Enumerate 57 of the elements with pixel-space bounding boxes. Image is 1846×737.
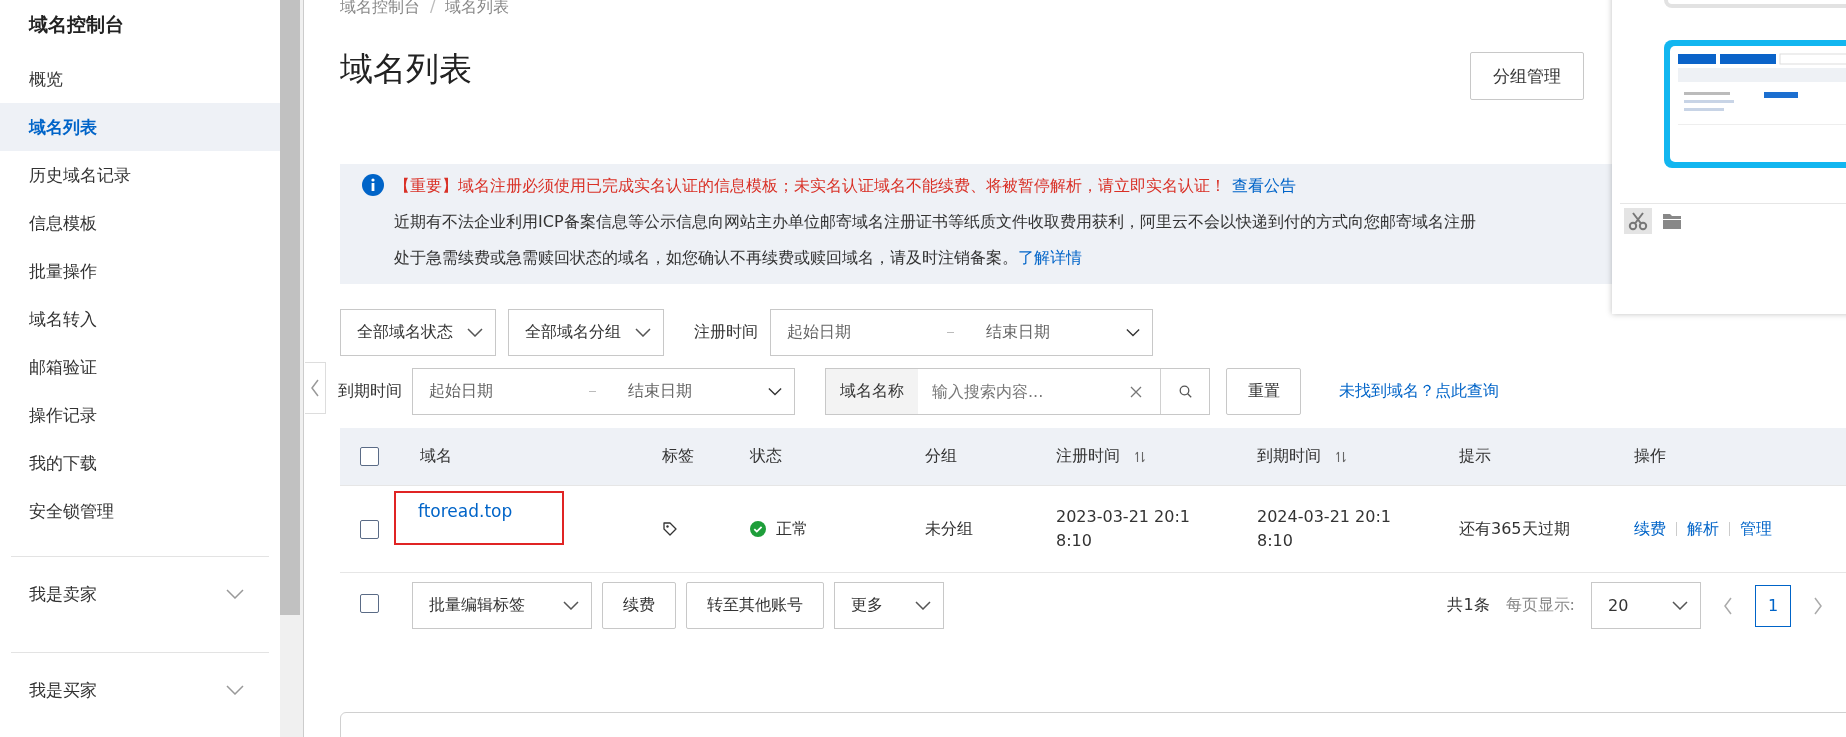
- action-link[interactable]: 续费: [1634, 518, 1666, 540]
- sidebar-item[interactable]: 历史域名记录: [0, 151, 280, 199]
- group-select[interactable]: 全部域名分组: [508, 309, 664, 356]
- table-cell-text: 2023-03-21 20:1 8:10: [1056, 506, 1190, 552]
- breadcrumb-separator: /: [430, 0, 436, 17]
- sidebar-group[interactable]: 我是卖家: [0, 557, 280, 631]
- reset-button[interactable]: 重置: [1226, 368, 1301, 415]
- group-label: 我是买家: [29, 678, 97, 702]
- column-header: 提示: [1459, 446, 1491, 467]
- notice-text: 处于急需续费或急需赎回状态的域名，如您确认不再续费或赎回域名，请及时注销备案。了解详情: [394, 247, 1083, 269]
- sidebar-item[interactable]: 域名列表: [0, 103, 280, 151]
- batch-tags-select[interactable]: 批量编辑标签: [412, 582, 592, 629]
- domain-lookup-link[interactable]: 未找到域名？点此查询: [1339, 381, 1499, 402]
- sidebar-item[interactable]: 域名转入: [0, 295, 280, 343]
- sidebar-item[interactable]: 概览: [0, 55, 280, 103]
- console-title: 域名控制台: [27, 12, 125, 37]
- filter-label: 到期时间: [338, 381, 402, 402]
- action-link[interactable]: 管理: [1740, 518, 1772, 540]
- group-label: 我是卖家: [29, 582, 97, 606]
- page-button[interactable]: 1: [1755, 584, 1791, 627]
- filter-label: 注册时间: [694, 322, 758, 343]
- table-cell-text: 2024-03-21 20:1 8:10: [1257, 506, 1391, 552]
- page-size-select[interactable]: 20: [1591, 582, 1701, 629]
- more-select[interactable]: 更多: [834, 582, 944, 629]
- column-header: 到期时间: [1257, 446, 1321, 467]
- sidebar-item[interactable]: 操作记录: [0, 391, 280, 439]
- sidebar-item[interactable]: 信息模板: [0, 199, 280, 247]
- details-link[interactable]: 了解详情: [1018, 248, 1082, 267]
- sidebar-item[interactable]: 安全锁管理: [0, 487, 280, 535]
- sidebar-item[interactable]: 邮箱验证: [0, 343, 280, 391]
- important-notice: 【重要】域名注册必须使用已完成实名认证的信息模板；未实名认证域名不能续费、将被暂停解析，请立即实名认证！ 查看公告: [394, 175, 1297, 197]
- sidebar-group[interactable]: 我是买家: [0, 653, 280, 727]
- notice-text: 近期有不法企业利用ICP备案信息等公示信息向网站主办单位邮寄域名注册证书等纸质文件收取费用获利，阿里云不会以快递到付的方式向您邮寄域名注册: [394, 211, 1476, 233]
- date-range-field[interactable]: 起始日期 结束日期: [770, 309, 1153, 356]
- action-link[interactable]: 解析: [1687, 518, 1719, 540]
- renew-button[interactable]: 续费: [602, 582, 676, 629]
- status-text: 正常: [776, 518, 808, 540]
- total-count: 共1条: [1447, 595, 1490, 616]
- sidebar-item[interactable]: 批量操作: [0, 247, 280, 295]
- column-header: 注册时间: [1056, 446, 1120, 467]
- page-size-label: 每页显示:: [1505, 595, 1575, 616]
- column-header: 分组: [925, 446, 957, 467]
- sidebar-item[interactable]: 我的下载: [0, 439, 280, 487]
- column-header: 状态: [750, 446, 782, 467]
- column-header: 标签: [662, 446, 694, 467]
- column-header: 域名: [420, 446, 452, 467]
- search-type-label: 域名名称: [826, 369, 918, 414]
- column-header: 操作: [1634, 446, 1666, 467]
- domain-link[interactable]: ftoread.top: [418, 501, 513, 521]
- page-title: 域名列表: [340, 48, 472, 90]
- group-manage-button[interactable]: 分组管理: [1470, 52, 1584, 100]
- transfer-button[interactable]: 转至其他账号: [686, 582, 824, 629]
- announcement-link[interactable]: 查看公告: [1232, 176, 1296, 195]
- table-cell: 未分组: [925, 518, 973, 540]
- table-cell: 还有365天过期: [1459, 518, 1570, 540]
- status-select[interactable]: 全部域名状态: [340, 309, 496, 356]
- date-range-field[interactable]: 起始日期 结束日期: [412, 368, 795, 415]
